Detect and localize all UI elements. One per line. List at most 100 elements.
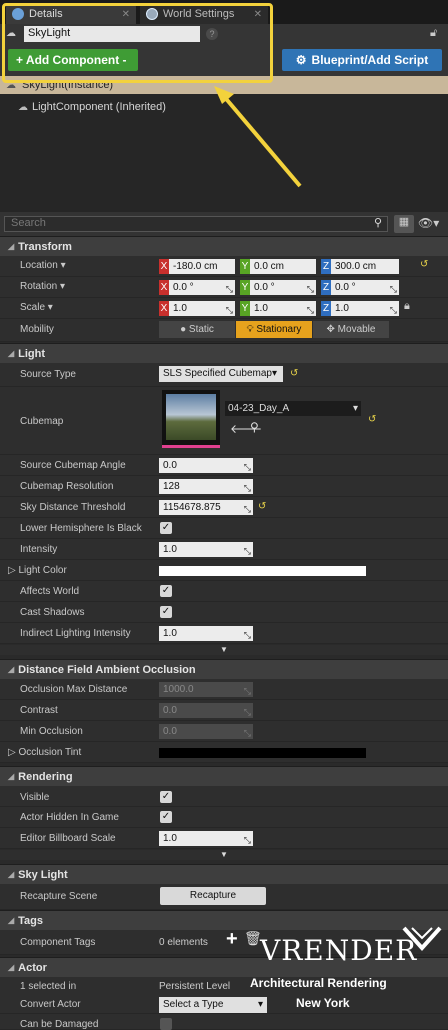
mobility-static-label: Static [188,324,214,335]
component-tags-label: Component Tags [20,937,96,948]
section-dfao[interactable]: ◢ Distance Field Ambient Occlusion [0,659,448,679]
section-title: Light [18,347,46,360]
section-transform[interactable]: ◢ Transform [0,236,448,256]
visible-checkbox[interactable]: ✓ [160,791,172,803]
intensity-field[interactable]: 1.0 ⤡ [159,542,253,557]
cubemap-preview-image [166,394,216,440]
billboard-scale-field[interactable]: 1.0 ⤡ [159,831,253,846]
location-label[interactable]: Location ▾ [20,260,66,271]
expand-advanced-arrow[interactable]: ▼ [0,850,448,860]
lower-hemisphere-label: Lower Hemisphere Is Black [20,523,142,534]
axis-z: Z [321,301,331,316]
hidden-in-game-checkbox[interactable]: ✓ [160,811,172,823]
sky-distance-field[interactable]: 1154678.875 ⤡ [159,500,253,515]
browse-search-icon[interactable]: ⚲ [250,420,259,434]
sky-distance-label: Sky Distance Threshold [20,502,126,513]
rotation-x-value: 0.0 ° [173,282,194,293]
sky-distance-value: 1154678.875 [163,502,221,513]
convert-actor-value: Select a Type [163,999,224,1010]
cubemap-resolution-field[interactable]: 128 ⤡ [159,479,253,494]
reset-icon[interactable]: ↺ [420,259,428,270]
min-occlusion-label: Min Occlusion [20,726,83,737]
spin-icon: ⤡ [243,707,251,717]
can-be-damaged-checkbox[interactable] [160,1018,172,1030]
mobility-stationary-button[interactable]: 💡︎ Stationary [236,321,312,338]
rotation-z-field[interactable]: 0.0 ° ⤡ [331,280,399,295]
location-label-text: Location [20,260,58,271]
scale-y-field[interactable]: 1.0 ⤡ [250,301,316,316]
visible-label: Visible [20,792,50,803]
mobility-movable-button[interactable]: ✥ Movable [313,321,389,338]
occlusion-tint-swatch[interactable] [159,748,366,758]
location-y-field[interactable]: 0.0 cm [250,259,316,274]
rotation-label[interactable]: Rotation ▾ [20,281,65,292]
search-input[interactable]: Search [4,216,388,232]
cast-shadows-checkbox[interactable]: ✓ [160,606,172,618]
spin-icon: ⤡ [243,462,251,472]
source-type-dropdown[interactable]: SLS Specified Cubemap▾ [159,366,283,382]
indirect-lighting-value: 1.0 [163,628,177,639]
row-cubemap [0,387,448,455]
section-rendering[interactable]: ◢ Rendering [0,766,448,786]
expand-advanced-arrow[interactable]: ▼ [0,645,448,655]
min-occlusion-field[interactable]: 0.0 ⤡ [159,724,253,739]
rotation-y-field[interactable]: 0.0 ° ⤡ [250,280,316,295]
source-angle-label: Source Cubemap Angle [20,460,126,471]
indirect-lighting-label: Indirect Lighting Intensity [20,628,131,639]
search-icon[interactable]: ⚲ [374,216,382,229]
occlusion-tint-label[interactable]: ▷ Occlusion Tint [8,747,81,758]
light-color-swatch[interactable] [159,566,366,576]
occlusion-max-distance-field[interactable]: 1000.0 ⤡ [159,682,253,697]
spin-icon: ⤡ [243,686,251,696]
spin-icon: ⤡ [243,504,251,514]
scale-z-value: 1.0 [335,303,349,314]
mobility-stationary-label: Stationary [256,324,302,335]
light-color-label-text: Light Color [18,565,67,576]
cubemap-thumbnail[interactable] [162,390,220,448]
property-matrix-button[interactable]: ▦ [394,215,414,233]
scale-z-field[interactable]: 1.0 ⤡ [331,301,399,316]
affects-world-checkbox[interactable]: ✓ [160,585,172,597]
scale-label[interactable]: Scale ▾ [20,302,53,313]
source-angle-field[interactable]: 0.0 ⤡ [159,458,253,473]
scale-x-value: 1.0 [173,303,187,314]
affects-world-label: Affects World [20,586,80,597]
section-tags[interactable]: ◢ Tags [0,910,448,930]
section-title: Rendering [18,770,73,783]
lock-scale-icon[interactable]: 🔒︎ [404,300,410,313]
light-color-label[interactable]: ▷ Light Color [8,565,67,576]
axis-x: X [159,301,169,316]
cubemap-asset-value: 04-23_Day_A [228,403,290,414]
indirect-lighting-field[interactable]: 1.0 ⤡ [159,626,253,641]
plus-icon: + [226,928,238,950]
section-sky-light[interactable]: ◢ Sky Light [0,864,448,884]
chevron-down-icon: ▾ [352,403,358,414]
lower-hemisphere-checkbox[interactable]: ✓ [160,522,172,534]
row-visible [0,786,448,807]
location-z-field[interactable]: 300.0 cm [331,259,399,274]
scale-x-field[interactable]: 1.0 ⤡ [169,301,235,316]
contrast-field[interactable]: 0.0 ⤡ [159,703,253,718]
watermark-brand: VRENDER [260,934,418,967]
spin-icon: ⤡ [389,284,397,294]
spin-icon: ⤡ [243,835,251,845]
hidden-in-game-label: Actor Hidden In Game [20,812,119,823]
section-light[interactable]: ◢ Light [0,343,448,363]
convert-actor-label: Convert Actor [20,999,81,1010]
reset-icon[interactable]: ↺ [368,414,376,425]
eye-icon[interactable]: 👁︎▾ [418,216,439,230]
location-x-field[interactable]: -180.0 cm [169,259,235,274]
section-title: Transform [18,240,72,253]
axis-y: Y [240,259,250,274]
mobility-static-button[interactable]: ● Static [159,321,235,338]
section-title: Tags [18,914,44,927]
reset-icon[interactable]: ↺ [290,368,298,379]
rotation-x-field[interactable]: 0.0 ° ⤡ [169,280,235,295]
can-be-damaged-label: Can be Damaged [20,1019,99,1030]
axis-x: X [159,280,169,295]
source-type-label: Source Type [20,369,76,380]
cubemap-asset-dropdown[interactable]: 04-23_Day_A ▾ [225,401,361,416]
reset-icon[interactable]: ↺ [258,501,266,512]
occlusion-max-distance-value: 1000.0 [163,684,194,695]
recapture-button[interactable]: Recapture [160,887,266,905]
